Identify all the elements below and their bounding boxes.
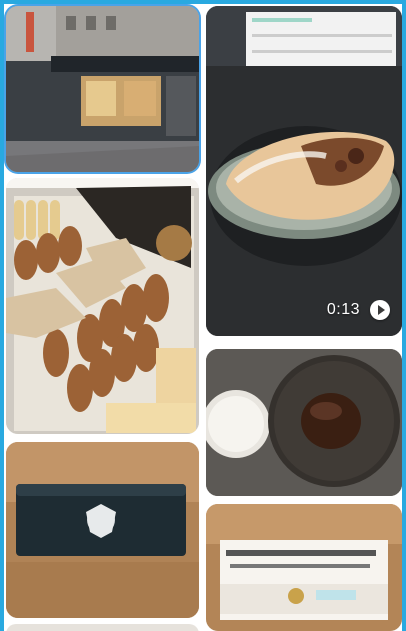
photo-storefront[interactable]	[6, 6, 199, 172]
photo-gallery: 0:13	[4, 4, 402, 631]
photo-biscuit-box[interactable]	[6, 178, 199, 434]
storefront-image	[6, 6, 199, 172]
chocolate-cake-image	[206, 349, 402, 496]
play-icon[interactable]	[370, 300, 390, 320]
strudel-image	[206, 6, 402, 336]
photo-peek[interactable]	[6, 624, 199, 631]
tin-box-image	[6, 442, 199, 618]
video-duration-overlay: 0:13	[327, 300, 390, 320]
label-box-image	[206, 504, 402, 631]
video-strudel[interactable]: 0:13	[206, 6, 402, 336]
photo-label-box[interactable]	[206, 504, 402, 631]
photo-chocolate-cake[interactable]	[206, 349, 402, 496]
biscuit-box-image	[6, 178, 199, 434]
video-duration: 0:13	[326, 301, 360, 318]
photo-tin-box[interactable]	[6, 442, 199, 618]
